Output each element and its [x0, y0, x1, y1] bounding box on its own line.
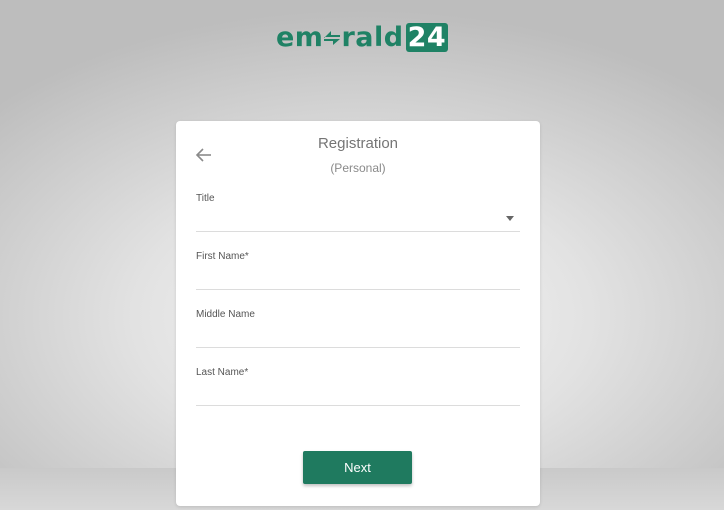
title-select-value[interactable] — [196, 209, 520, 229]
title-select[interactable]: Title — [196, 193, 520, 232]
chevron-down-icon[interactable] — [506, 216, 514, 221]
page-subtitle: (Personal) — [330, 161, 386, 175]
middle-name-input[interactable] — [196, 325, 520, 345]
brand-logo: em rald 24 — [276, 20, 449, 54]
logo-badge: 24 — [405, 21, 449, 53]
middle-name-label: Middle Name — [196, 309, 255, 320]
registration-card: Registration (Personal) Title First Name… — [176, 121, 540, 506]
last-name-label: Last Name* — [196, 367, 249, 378]
next-button[interactable]: Next — [303, 451, 412, 484]
page-title: Registration — [317, 135, 399, 152]
first-name-input[interactable] — [196, 267, 520, 287]
last-name-field[interactable]: Last Name* — [196, 367, 520, 406]
logo-text-suffix: rald — [341, 21, 404, 53]
last-name-input[interactable] — [196, 383, 520, 403]
middle-name-field[interactable]: Middle Name — [196, 309, 520, 348]
first-name-field[interactable]: First Name* — [196, 251, 520, 290]
logo-text-prefix: em — [276, 21, 324, 53]
first-name-label: First Name* — [196, 251, 249, 262]
title-label: Title — [196, 193, 215, 204]
double-arrow-e-icon — [324, 31, 341, 45]
